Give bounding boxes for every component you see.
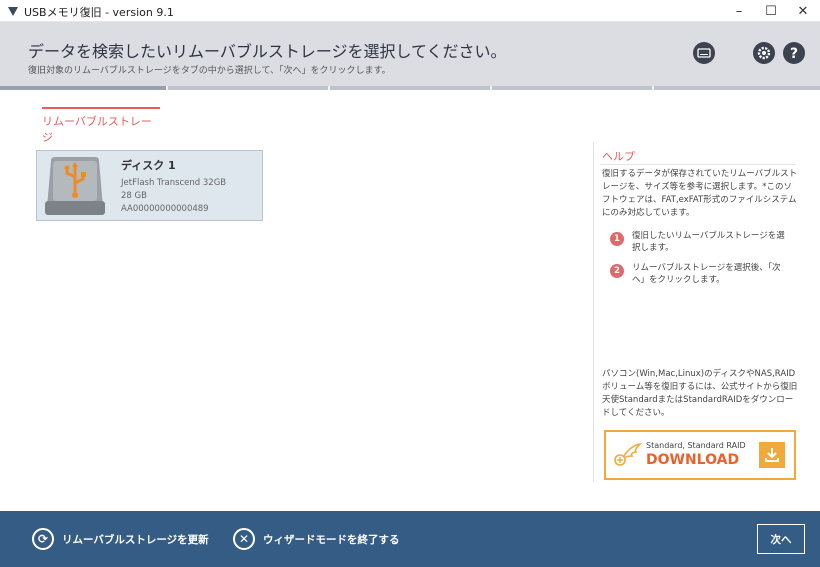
wizard-progress: [0, 86, 820, 90]
window-title: USBメモリ復旧 - version 9.1: [24, 6, 174, 19]
progress-fill: [0, 86, 168, 90]
download-icon[interactable]: [759, 442, 785, 468]
maximize-button[interactable]: ☐: [756, 0, 786, 22]
next-button[interactable]: 次へ: [757, 524, 805, 554]
page-title: データを検索したいリムーバブルストレージを選択してください。: [28, 42, 507, 61]
download-subtitle: Standard, Standard RAID: [646, 441, 746, 450]
disk-size: 28 GB: [121, 191, 147, 201]
tab-removable-storage[interactable]: リムーバブルストレージ: [42, 107, 160, 144]
disk-serial: AA00000000000489: [121, 204, 209, 214]
close-button[interactable]: ✕: [788, 0, 818, 22]
step-number: 1: [610, 232, 624, 246]
help-text: 復旧するデータが保存されていたリムーバブルストレージを、サイズ等を参考に選択しま…: [602, 169, 798, 218]
page-subtitle: 復旧対象のリムーバブルストレージをタブの中から選択して、「次へ」をクリックします…: [28, 66, 391, 76]
exit-wizard-button[interactable]: ✕ ウィザードモードを終了する: [233, 527, 400, 551]
promo-text: パソコン(Win,Mac,Linux)のディスクやNAS,RAIDボリューム等を…: [602, 369, 798, 418]
step-separator: [490, 86, 492, 90]
help-title: ヘルプ: [602, 150, 635, 163]
step-text: リムーバブルストレージを選択後、「次へ」をクリックします。: [632, 263, 781, 285]
step-text: 復旧したいリムーバブルストレージを選択します。: [632, 231, 785, 253]
disk-model: JetFlash Transcend 32GB: [121, 178, 227, 188]
title-bar: USBメモリ復旧 - version 9.1 – ☐ ✕: [0, 0, 820, 22]
gear-icon[interactable]: [752, 41, 776, 65]
download-title: DOWNLOAD: [646, 452, 740, 468]
step-separator: [328, 86, 330, 90]
help-icon[interactable]: ?: [782, 41, 806, 65]
step-number: 2: [610, 264, 624, 278]
step-separator: [166, 86, 168, 90]
disk-card[interactable]: ディスク 1 JetFlash Transcend 32GB 28 GB AA0…: [36, 150, 263, 221]
divider: [600, 164, 796, 165]
wizard-header: データを検索したいリムーバブルストレージを選択してください。 復旧対象のリムーバ…: [0, 22, 820, 86]
app-icon: [8, 7, 18, 16]
usb-disk-icon: [45, 157, 105, 215]
help-panel: ヘルプ 復旧するデータが保存されていたリムーバブルストレージを、サイズ等を参考に…: [593, 142, 803, 482]
keyboard-icon[interactable]: [692, 41, 716, 65]
refresh-storage-button[interactable]: ⟳ リムーバブルストレージを更新: [32, 527, 209, 551]
footer-bar: ⟳ リムーバブルストレージを更新 ✕ ウィザードモードを終了する 次へ: [0, 511, 820, 567]
angel-wing-icon: [614, 442, 642, 466]
exit-label: ウィザードモードを終了する: [263, 533, 400, 546]
disk-name: ディスク 1: [121, 159, 176, 172]
refresh-icon: ⟳: [32, 528, 54, 550]
step-separator: [652, 86, 654, 90]
svg-text:?: ?: [790, 46, 798, 62]
refresh-label: リムーバブルストレージを更新: [62, 533, 209, 546]
close-circle-icon: ✕: [233, 528, 255, 550]
minimize-button[interactable]: –: [724, 0, 754, 22]
download-banner[interactable]: Standard, Standard RAID DOWNLOAD: [604, 430, 796, 480]
